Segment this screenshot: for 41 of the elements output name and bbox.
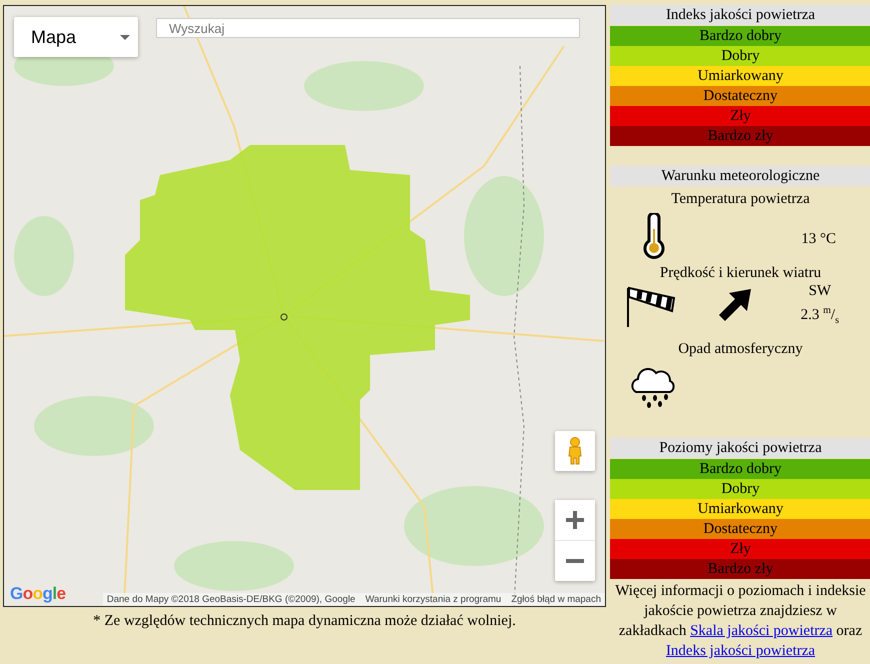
legend-level: Dostateczny [610,519,870,539]
info-text: Więcej informacji o poziomach i indeksie jakoście powietrza znajdziesz w zakładkach Skala jakości powietrza oraz Indeks jakości powietrza [614,582,867,659]
legend-level: Umiarkowany [610,66,870,86]
map-link[interactable]: Warunki korzystania z programu [365,593,502,606]
map-type-dropdown[interactable]: Mapa [14,17,138,57]
map-note: * Ze względów technicznych mapa dynamiczna może działać wolniej. [93,613,516,629]
legend-header: Poziomy jakości powietrza [610,438,870,458]
person-icon [567,437,583,465]
minus-icon [566,558,584,562]
temperature-value: 13 °C [801,230,836,249]
temperature-label: Temperatura powietrza [670,190,811,208]
caret-icon [120,34,130,40]
google-logo: Google [10,584,66,604]
legend-level: Bardzo zły [610,559,870,579]
legend-level: Zły [610,539,870,559]
scale-link[interactable]: Skala jakości powietrza [690,623,833,639]
index-link[interactable]: Indeks jakości powietrza [666,643,816,659]
legend-level: Bardzo dobry [610,26,870,46]
wind-direction: SW [808,282,832,301]
legend-level: Zły [610,106,870,126]
zoom-in-button[interactable] [555,500,595,540]
street-view-button[interactable] [555,431,595,471]
search-field[interactable]: Wyszukaj [156,18,580,38]
arrow-icon [717,289,751,323]
map-link[interactable]: Zgłoś błąd w mapach [511,593,601,606]
legend-level: Dobry [610,479,870,499]
wind-label: Prędkość i kierunek wiatru [658,264,822,282]
attribution-text: Dane do Mapy ©2018 GeoBasis-DE/BKG (©2009), Google [106,593,356,606]
legend-level: Umiarkowany [610,499,870,519]
legend-level: Dobry [610,46,870,66]
weather-header: Warunku meteorologiczne [610,166,870,186]
wind-speed: 2.3 $^{m}$/$_{s}$ [800,304,839,328]
thermometer-icon [643,213,665,259]
zoom-out-button[interactable] [555,540,595,580]
plus-icon [566,511,584,529]
windsock-icon [626,285,677,327]
legend-header: Indeks jakości powietrza [610,5,870,25]
legend-level: Dostateczny [610,86,870,106]
legend-level: Bardzo zły [610,126,870,146]
precipitation-label: Opad atmosferyczny [677,340,804,358]
legend-level: Bardzo dobry [610,459,870,479]
